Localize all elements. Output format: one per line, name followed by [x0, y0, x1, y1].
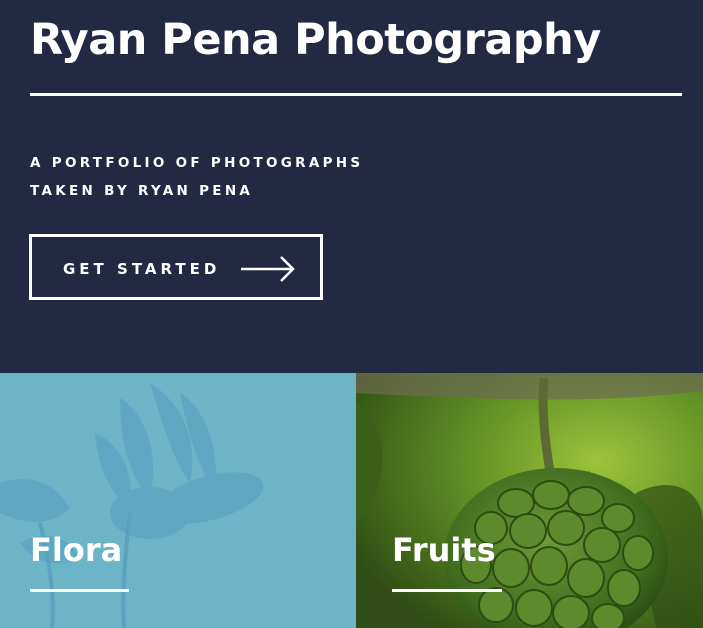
site-title[interactable]: Ryan Pena Photography [30, 12, 601, 68]
fruits-tile[interactable]: Fruits [356, 373, 703, 628]
flora-title: Flora [30, 531, 123, 569]
get-started-label: GET STARTED [63, 260, 221, 278]
hero-banner: Ryan Pena Photography A portfolio of pho… [0, 0, 703, 373]
arrow-right-icon [241, 256, 295, 282]
fruits-title: Fruits [392, 531, 496, 569]
flora-title-underline [30, 589, 129, 592]
flora-tile[interactable]: Flora [0, 373, 356, 628]
get-started-button[interactable]: GET STARTED [29, 234, 323, 300]
title-underline [30, 93, 682, 96]
site-subtitle: A portfolio of photographs taken by Ryan… [30, 149, 430, 205]
gallery-tiles: Flora Fruits [0, 373, 703, 628]
subtitle-line-1: A portfolio of photographs [30, 155, 364, 171]
fruits-title-underline [392, 589, 502, 592]
subtitle-line-2: taken by Ryan Pena [30, 183, 254, 199]
